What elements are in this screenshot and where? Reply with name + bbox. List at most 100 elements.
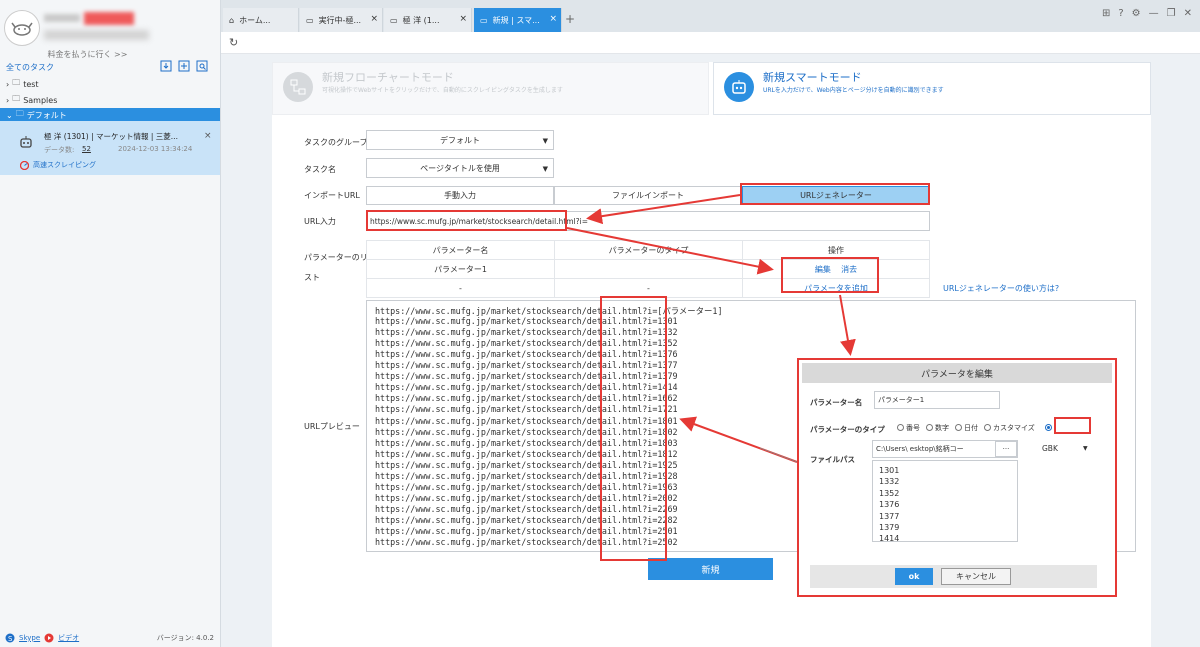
- url-preview-label: URLプレビュー: [304, 422, 360, 431]
- dialog-title: パラメータを編集: [802, 363, 1112, 383]
- radio-icon: [955, 424, 962, 431]
- sidebar-footer: S Skype ビデオ バージョン: 4.0.2: [0, 628, 220, 647]
- list-item: 1352: [879, 488, 900, 498]
- folder-icon: 🗀: [15, 109, 24, 118]
- caret-down-icon: ▼: [1083, 445, 1088, 452]
- param-type-radios: 番号 数字 日付 カスタマイズ: [897, 423, 1054, 433]
- cancel-button[interactable]: キャンセル: [941, 568, 1011, 585]
- radio-date[interactable]: 日付: [955, 423, 978, 433]
- ok-button[interactable]: ok: [895, 568, 933, 585]
- edit-param-dialog: パラメータを編集 パラメーター名 パラメーター1 パラメーターのタイプ 番号 数…: [797, 358, 1117, 597]
- annotation-box-preview-params: [600, 296, 667, 561]
- fast-scraping-badge: 高速スクレイピング: [20, 160, 96, 170]
- tab-home[interactable]: ⌂ ホーム...: [223, 8, 299, 32]
- skype-link[interactable]: Skype: [19, 634, 40, 642]
- svg-text:S: S: [8, 635, 13, 643]
- flowchart-mode-card[interactable]: 新規フローチャートモード 可視化操作でWebサイトをクリックだけで、自動的にスク…: [272, 62, 709, 115]
- import-icon[interactable]: [160, 60, 172, 72]
- radio-number[interactable]: 番号: [897, 423, 920, 433]
- folder-default[interactable]: ⌄ 🗀 デフォルト: [0, 108, 220, 122]
- task-item[interactable]: 極 洋 (1301) | マーケット情報 | 三菱... × データ数: 52 …: [0, 121, 220, 175]
- pay-link[interactable]: 料金を払うに行く >>: [0, 49, 175, 60]
- close-window-icon[interactable]: ✕: [1184, 8, 1192, 19]
- folder-test[interactable]: › 🗀 test: [0, 77, 220, 91]
- flowchart-icon: [283, 72, 313, 102]
- minimize-icon[interactable]: —: [1149, 8, 1159, 19]
- tab-task[interactable]: ▭ 極 洋 (1... ×: [384, 8, 472, 32]
- close-icon[interactable]: ×: [204, 131, 212, 141]
- close-tab-icon[interactable]: ×: [370, 14, 378, 24]
- param-list-label-2: スト: [304, 273, 320, 282]
- add-row-name-cell: -: [366, 278, 555, 298]
- modal-param-type-label: パラメーターのタイプ: [810, 425, 885, 434]
- page-icon: ▭: [306, 15, 314, 25]
- radio-customize[interactable]: カスタマイズ: [984, 423, 1035, 433]
- param-list-label-1: パラメーターのリ: [304, 253, 368, 262]
- tab-new-smart[interactable]: ▭ 新規 | スマ... ×: [474, 8, 562, 32]
- param-name-cell: パラメーター1: [366, 259, 555, 279]
- data-count-label: データ数:: [44, 146, 75, 154]
- flowchart-mode-desc: 可視化操作でWebサイトをクリックだけで、自動的にスクレイピングタスクを生成しま…: [322, 87, 563, 94]
- col-param-name: パラメーター名: [366, 240, 555, 260]
- data-count-value[interactable]: 52: [82, 145, 91, 153]
- search-task-icon[interactable]: [196, 60, 208, 72]
- chevron-down-icon: ⌄: [6, 110, 13, 120]
- folder-samples[interactable]: › 🗀 Samples: [0, 93, 220, 107]
- radio-file[interactable]: [1044, 424, 1054, 432]
- settings-icon[interactable]: ⚙: [1132, 8, 1141, 19]
- radio-digit[interactable]: 数字: [926, 423, 949, 433]
- create-button[interactable]: 新規: [648, 558, 773, 580]
- encoding-select[interactable]: GBK: [1042, 444, 1058, 453]
- help-icon[interactable]: ?: [1118, 8, 1123, 19]
- file-import-tab[interactable]: ファイルインポート: [554, 186, 742, 205]
- list-item: 1377: [879, 511, 900, 521]
- list-item: 1379: [879, 523, 900, 532]
- task-name-label: タスク名: [304, 165, 336, 174]
- list-item: 1332: [879, 477, 900, 487]
- manual-input-tab[interactable]: 手動入力: [366, 186, 554, 205]
- skype-icon: S: [5, 633, 15, 643]
- new-tab-icon[interactable]: +: [565, 12, 575, 26]
- modal-param-name-label: パラメーター名: [810, 398, 863, 407]
- add-row-type-cell: -: [554, 278, 743, 298]
- page-icon: ▭: [390, 15, 398, 25]
- refresh-icon[interactable]: ↻: [229, 36, 238, 49]
- smart-robot-icon: [724, 72, 754, 102]
- task-name-select[interactable]: ページタイトルを使用 ▼: [366, 158, 554, 178]
- sidebar: 料金を払うに行く >> 全てのタスク › 🗀 test › 🗀 Samples …: [0, 0, 221, 647]
- restore-icon[interactable]: ❐: [1167, 8, 1176, 19]
- crab-logo-icon: [11, 22, 33, 36]
- url-input-label: URL入力: [304, 217, 336, 226]
- close-tab-icon[interactable]: ×: [549, 14, 557, 24]
- caret-down-icon: ▼: [542, 165, 548, 173]
- group-select[interactable]: デフォルト ▼: [366, 130, 554, 150]
- dialog-footer: ok キャンセル: [810, 565, 1097, 588]
- list-item: 1376: [879, 500, 900, 510]
- window-controls: ⊞ ? ⚙ — ❐ ✕: [1102, 8, 1192, 19]
- radio-icon: [984, 424, 991, 431]
- chevron-right-icon: ›: [6, 95, 10, 105]
- browser-toolbar: ↻: [221, 32, 1200, 54]
- folder-icon: 🗀: [12, 78, 21, 87]
- radio-icon: [926, 424, 933, 431]
- page-icon: ▭: [480, 15, 488, 25]
- param-values-list[interactable]: 1301 1332 1352 1376 1377 1379 1414: [872, 460, 1018, 542]
- video-link[interactable]: ビデオ: [58, 633, 79, 643]
- annotation-box-url-input: [366, 210, 567, 231]
- browse-button[interactable]: ···: [995, 441, 1017, 457]
- add-task-icon[interactable]: [178, 60, 190, 72]
- avatar[interactable]: [4, 10, 40, 46]
- redacted-account-badge: [84, 12, 134, 25]
- smart-mode-card[interactable]: 新規スマートモード URLを入力だけで、Web内容とページ分けを自動的に識別でき…: [713, 62, 1151, 115]
- caret-down-icon: ▼: [542, 137, 548, 145]
- gift-icon[interactable]: ⊞: [1102, 8, 1110, 19]
- group-label: タスクのグループ: [304, 138, 368, 147]
- tab-running[interactable]: ▭ 実行中-極... ×: [300, 8, 383, 32]
- close-tab-icon[interactable]: ×: [459, 14, 467, 24]
- all-tasks-header[interactable]: 全てのタスク: [6, 62, 54, 73]
- url-generator-help-link[interactable]: URLジェネレーターの使い方は?: [943, 283, 1059, 294]
- param-name-input[interactable]: パラメーター1: [874, 391, 1000, 409]
- annotation-box-file-radio: [1054, 417, 1091, 434]
- radio-icon: [897, 424, 904, 431]
- folder-icon: 🗀: [12, 94, 21, 103]
